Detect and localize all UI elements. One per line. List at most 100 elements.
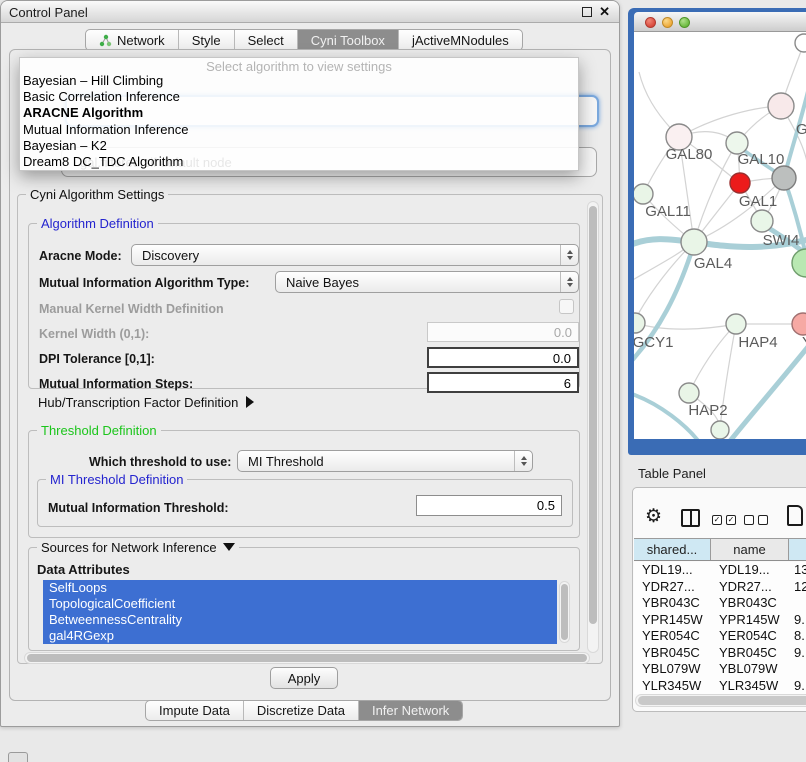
scrollbar-thumb[interactable]: [638, 696, 806, 705]
mi-steps-field[interactable]: 6: [427, 372, 579, 393]
node-gal11[interactable]: [634, 184, 653, 204]
node-salmon[interactable]: [792, 313, 806, 335]
threshold-definition-group: Threshold Definition Which threshold to …: [28, 430, 580, 538]
attribute-list-item[interactable]: gal4RGexp: [43, 628, 557, 644]
table-cell: YDR27...: [711, 579, 789, 596]
table-row[interactable]: YBR045CYBR045C9.: [634, 645, 806, 662]
collapsed-panel-icon[interactable]: [8, 752, 28, 762]
tab-label: Style: [192, 33, 221, 48]
table-horizontal-scrollbar[interactable]: [635, 694, 806, 707]
node-gal4[interactable]: [681, 229, 707, 255]
table-row[interactable]: YBR043CYBR043C: [634, 595, 806, 612]
mi-steps-label: Mutual Information Steps:: [39, 377, 193, 391]
tab-jactivemnodules[interactable]: jActiveMNodules: [398, 30, 522, 50]
node-label: GAL: [796, 121, 806, 138]
kernel-width-label: Kernel Width (0,1):: [39, 327, 149, 341]
attribute-list-item[interactable]: TopologicalCoefficient: [43, 596, 557, 612]
node-hap2[interactable]: [679, 383, 699, 403]
network-edge[interactable]: [689, 324, 736, 393]
scrollbar-thumb[interactable]: [589, 206, 597, 624]
dropdown-item[interactable]: Bayesian – Hill Climbing: [20, 73, 578, 89]
column-header-partial[interactable]: [789, 539, 806, 560]
attribute-list-item[interactable]: SelfLoops: [43, 580, 557, 596]
close-traffic-light-icon[interactable]: [645, 17, 656, 28]
tab-style[interactable]: Style: [178, 30, 234, 50]
sources-group-title[interactable]: Sources for Network Inference: [37, 540, 239, 555]
attributes-scrollbar[interactable]: [559, 581, 570, 643]
network-icon: [99, 34, 112, 47]
gear-icon[interactable]: ⚙: [645, 505, 662, 528]
dropdown-item[interactable]: Basic Correlation Inference: [20, 89, 578, 105]
tab-cyni-toolbox[interactable]: Cyni Toolbox: [297, 30, 398, 50]
manual-kernel-width-checkbox: [559, 299, 574, 314]
table-row[interactable]: YER054CYER054C8.: [634, 628, 806, 645]
columns-icon[interactable]: [681, 509, 700, 527]
node-label: GAL10: [738, 151, 785, 168]
node-top-partial[interactable]: [795, 34, 806, 52]
hub-definition-expander[interactable]: Hub/Transcription Factor Definition: [38, 395, 254, 410]
table-row[interactable]: YPR145WYPR145W9.: [634, 612, 806, 629]
table-row[interactable]: YDR27...YDR27...12: [634, 579, 806, 596]
node-gcy1[interactable]: [634, 313, 645, 333]
which-threshold-label: Which threshold to use:: [89, 455, 231, 469]
table-row[interactable]: YBL079WYBL079W: [634, 661, 806, 678]
data-attributes-list[interactable]: SelfLoopsTopologicalCoefficientBetweenne…: [43, 580, 557, 644]
export-table-icon[interactable]: [787, 505, 803, 526]
mi-algorithm-type-combo[interactable]: Naive Bayes: [275, 271, 579, 293]
mi-algorithm-type-label: Mutual Information Algorithm Type:: [39, 276, 249, 290]
node-bottom-partial[interactable]: [711, 421, 729, 439]
cyni-algorithm-settings-group: Cyni Algorithm Settings Algorithm Defini…: [17, 194, 603, 664]
combo-stepper-icon: [560, 245, 578, 265]
tab-discretize-data[interactable]: Discretize Data: [243, 701, 358, 720]
deselect-all-checkbox-icon[interactable]: [744, 515, 754, 525]
table-row[interactable]: YDL19...YDL19...13: [634, 562, 806, 579]
network-edge[interactable]: [635, 323, 736, 329]
settings-horizontal-scrollbar[interactable]: [24, 652, 590, 664]
column-header-shared-name[interactable]: shared...: [634, 539, 711, 560]
tab-network[interactable]: Network: [86, 30, 178, 50]
aracne-mode-value: Discovery: [132, 248, 560, 263]
which-threshold-combo[interactable]: MI Threshold: [237, 450, 533, 472]
table-cell: YBR043C: [634, 595, 711, 612]
network-canvas[interactable]: GALGAL80GAL10GAL1GAL11SWI4GAL4GCY1HAP4YH…: [634, 32, 806, 439]
dpi-tolerance-field[interactable]: 0.0: [427, 347, 579, 368]
select-all-checkbox-icon[interactable]: ✓: [712, 515, 722, 525]
settings-vertical-scrollbar[interactable]: [587, 201, 599, 653]
node-green-right[interactable]: [792, 249, 806, 277]
close-icon[interactable]: ✕: [599, 4, 610, 20]
dropdown-item[interactable]: Dream8 DC_TDC Algorithm: [20, 154, 578, 170]
table-cell: YBR045C: [711, 645, 789, 662]
table-row[interactable]: YLR345WYLR345W9.: [634, 678, 806, 695]
mi-threshold-field[interactable]: 0.5: [416, 495, 562, 516]
attribute-list-item[interactable]: BetweennessCentrality: [43, 612, 557, 628]
tab-label: Infer Network: [372, 703, 449, 718]
network-edge[interactable]: [634, 242, 694, 322]
dropdown-item[interactable]: Bayesian – K2: [20, 138, 578, 154]
node-gal2[interactable]: [768, 93, 794, 119]
mi-threshold-group: MI Threshold Definition Mutual Informati…: [37, 479, 573, 527]
scrollbar-thumb[interactable]: [27, 654, 587, 662]
cyni-bottom-tabbar: Impute Data Discretize Data Infer Networ…: [145, 700, 463, 721]
table-cell: YBR043C: [711, 595, 789, 612]
tab-select[interactable]: Select: [234, 30, 297, 50]
float-window-icon[interactable]: [582, 7, 592, 17]
collapse-arrow-icon: [223, 543, 235, 551]
select-all-checkbox-icon[interactable]: ✓: [726, 515, 736, 525]
column-header-label: shared...: [647, 542, 698, 557]
scrollbar-thumb[interactable]: [561, 584, 568, 640]
tab-infer-network[interactable]: Infer Network: [358, 701, 462, 720]
node-hap4[interactable]: [726, 314, 746, 334]
dropdown-item[interactable]: ARACNE Algorithm: [20, 105, 578, 121]
node-swi4[interactable]: [751, 210, 773, 232]
deselect-all-checkbox-icon[interactable]: [758, 515, 768, 525]
column-header-name[interactable]: name: [711, 539, 789, 560]
zoom-traffic-light-icon[interactable]: [679, 17, 690, 28]
aracne-mode-combo[interactable]: Discovery: [131, 244, 579, 266]
node-gray[interactable]: [772, 166, 796, 190]
tab-impute-data[interactable]: Impute Data: [146, 701, 243, 720]
node-red[interactable]: [730, 173, 750, 193]
threshold-definition-title: Threshold Definition: [37, 423, 161, 438]
dropdown-item[interactable]: Mutual Information Inference: [20, 122, 578, 138]
minimize-traffic-light-icon[interactable]: [662, 17, 673, 28]
apply-button[interactable]: Apply: [270, 667, 338, 689]
